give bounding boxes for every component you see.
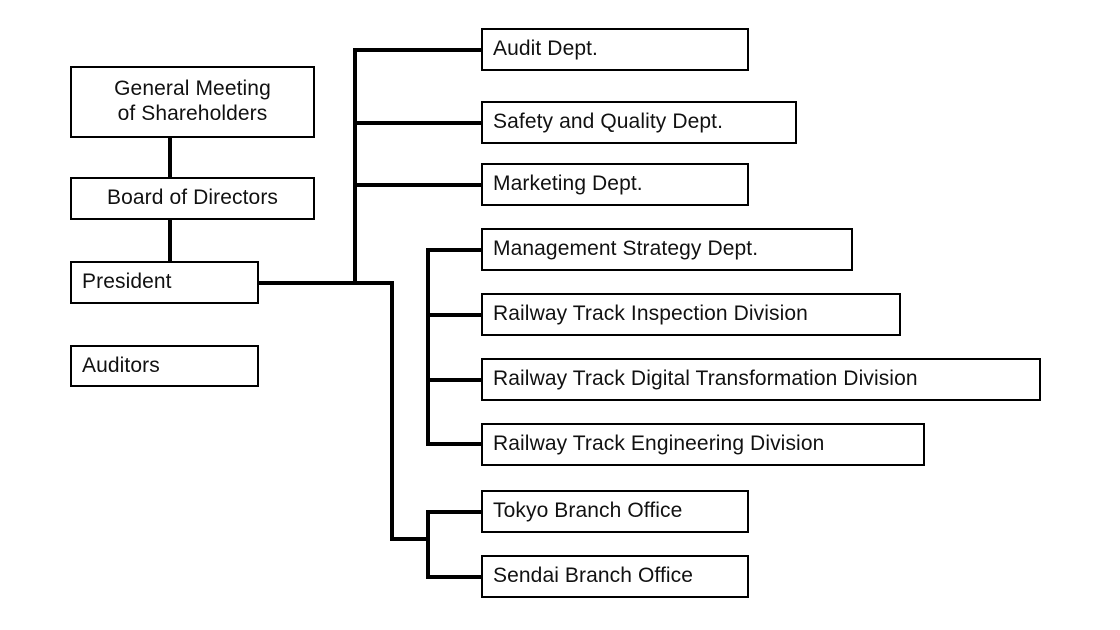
node-audit-dept[interactable]: Audit Dept. <box>481 28 749 71</box>
node-tokyo-branch-office[interactable]: Tokyo Branch Office <box>481 490 749 533</box>
node-railway-track-inspection-division[interactable]: Railway Track Inspection Division <box>481 293 901 336</box>
node-management-strategy-dept[interactable]: Management Strategy Dept. <box>481 228 853 271</box>
node-sendai-branch-office[interactable]: Sendai Branch Office <box>481 555 749 598</box>
trunk-divisions-vertical <box>426 248 430 446</box>
connector-to-railway-track-inspection-division <box>426 313 483 317</box>
trunk-branch-offices-vertical <box>426 510 430 577</box>
connector-lower-trunk-to-branch-offices <box>390 537 430 541</box>
trunk-lower-vertical <box>390 281 394 540</box>
node-label: Board of Directors <box>106 186 279 210</box>
connector-to-railway-track-engineering-division <box>426 442 483 446</box>
node-label: Railway Track Inspection Division <box>493 302 808 326</box>
node-marketing-dept[interactable]: Marketing Dept. <box>481 163 749 206</box>
organization-chart: General Meeting of Shareholders Board of… <box>0 0 1120 630</box>
node-label: Railway Track Digital Transformation Div… <box>493 367 918 391</box>
node-label: Auditors <box>82 353 160 377</box>
node-label: Sendai Branch Office <box>493 564 694 588</box>
node-safety-and-quality-dept[interactable]: Safety and Quality Dept. <box>481 101 797 144</box>
node-railway-track-digital-transformation-division[interactable]: Railway Track Digital Transformation Div… <box>481 358 1041 401</box>
node-label: Marketing Dept. <box>493 172 643 196</box>
connector-gms-to-board <box>168 138 172 178</box>
node-label: Audit Dept. <box>493 37 598 61</box>
connector-to-railway-track-dx-division <box>426 378 483 382</box>
node-label: General Meeting of Shareholders <box>114 77 271 125</box>
connector-board-to-president <box>168 220 172 262</box>
connector-president-stub <box>259 281 394 285</box>
node-railway-track-engineering-division[interactable]: Railway Track Engineering Division <box>481 423 925 466</box>
connector-to-safety-quality-dept <box>353 121 483 125</box>
node-label: President <box>82 270 172 294</box>
node-auditors[interactable]: Auditors <box>70 345 259 387</box>
connector-to-audit-dept <box>353 48 483 52</box>
node-label: Management Strategy Dept. <box>493 237 759 261</box>
node-label: Safety and Quality Dept. <box>493 110 724 134</box>
node-president[interactable]: President <box>70 261 259 304</box>
trunk-upper-vertical <box>353 48 357 283</box>
connector-to-management-strategy-dept <box>426 248 483 252</box>
connector-to-marketing-dept <box>353 183 483 187</box>
connector-to-tokyo-branch-office <box>426 510 483 514</box>
connector-to-sendai-branch-office <box>426 575 483 579</box>
node-general-meeting-of-shareholders[interactable]: General Meeting of Shareholders <box>70 66 315 138</box>
node-board-of-directors[interactable]: Board of Directors <box>70 177 315 220</box>
node-label: Tokyo Branch Office <box>493 499 683 523</box>
node-label: Railway Track Engineering Division <box>493 432 825 456</box>
